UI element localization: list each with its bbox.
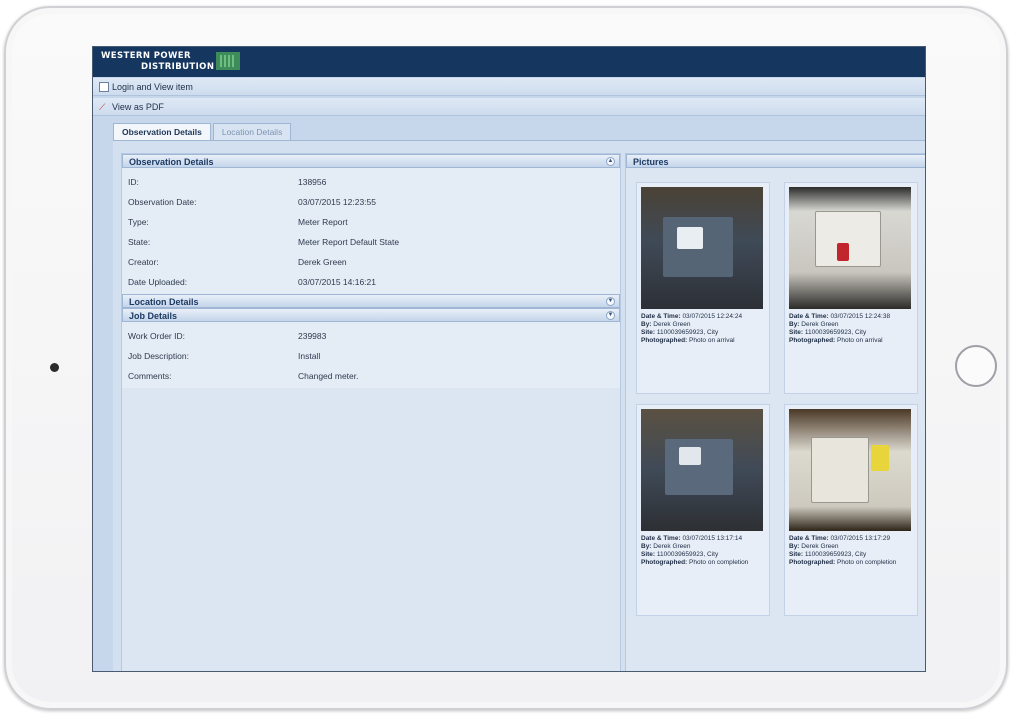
detail-row: Date Uploaded: 03/07/2015 14:16:21: [128, 277, 376, 287]
app-header: WESTERN POWER DISTRIBUTION: [93, 47, 925, 77]
meter-photo[interactable]: [641, 409, 763, 531]
front-camera: [50, 363, 59, 372]
picture-caption: Date & Time: 03/07/2015 12:24:38 By: Der…: [789, 313, 891, 344]
job-details-body: Work Order ID: 239983 Job Description: Ins…: [122, 322, 620, 388]
expand-icon[interactable]: ▼: [606, 297, 615, 306]
home-button[interactable]: [955, 345, 997, 387]
brand-line-2: DISTRIBUTION: [141, 62, 215, 72]
brand-line-1: WESTERN POWER: [101, 51, 191, 61]
picture-card[interactable]: Date & Time: 03/07/2015 12:24:24 By: Der…: [636, 182, 770, 394]
job-details-title: Job Details: [129, 311, 178, 321]
observation-details-title: Observation Details: [129, 157, 214, 167]
tab-location-details[interactable]: Location Details: [212, 123, 292, 140]
detail-row: Creator: Derek Green: [128, 257, 347, 267]
picture-caption: Date & Time: 03/07/2015 12:24:24 By: Der…: [641, 313, 743, 344]
meter-photo[interactable]: [641, 187, 763, 309]
tab-observation-details[interactable]: Observation Details: [113, 123, 211, 140]
view-as-pdf-label: View as PDF: [112, 101, 164, 112]
pdf-icon: ⟋: [99, 101, 106, 112]
detail-row: Work Order ID: 239983: [128, 331, 327, 341]
detail-row: Comments: Changed meter.: [128, 371, 359, 381]
job-details-header[interactable]: Job Details ▼: [122, 308, 620, 322]
toolbar-pdf-row: ⟋ View as PDF: [93, 98, 925, 116]
pictures-column: Pictures Date & Time: 03/07/2015 12:24:2…: [625, 153, 925, 671]
collapse-icon[interactable]: ▲: [606, 157, 615, 166]
detail-row: ID: 138956: [128, 177, 327, 187]
pictures-header: Pictures: [626, 154, 925, 168]
view-as-pdf-link[interactable]: ⟋ View as PDF: [93, 102, 164, 112]
login-view-item-link[interactable]: Login and View item: [93, 81, 193, 92]
picture-caption: Date & Time: 03/07/2015 13:17:14 By: Der…: [641, 535, 749, 566]
picture-card[interactable]: Date & Time: 03/07/2015 12:24:38 By: Der…: [784, 182, 918, 394]
expand-icon[interactable]: ▼: [606, 311, 615, 320]
detail-row: State: Meter Report Default State: [128, 237, 400, 247]
pictures-grid: Date & Time: 03/07/2015 12:24:24 By: Der…: [626, 168, 925, 671]
picture-card[interactable]: Date & Time: 03/07/2015 13:17:14 By: Der…: [636, 404, 770, 616]
tab-content: Observation Details ▲ ID: 138956 Observat…: [113, 140, 925, 671]
details-column: Observation Details ▲ ID: 138956 Observat…: [121, 153, 621, 671]
location-details-header[interactable]: Location Details ▼: [122, 294, 620, 308]
toolbar-login-row: Login and View item: [93, 78, 925, 96]
app-screen: WESTERN POWER DISTRIBUTION Login and Vie…: [92, 46, 926, 672]
picture-caption: Date & Time: 03/07/2015 13:17:29 By: Der…: [789, 535, 897, 566]
observation-details-body: ID: 138956 Observation Date: 03/07/2015 12…: [122, 168, 620, 294]
picture-card[interactable]: Date & Time: 03/07/2015 13:17:29 By: Der…: [784, 404, 918, 616]
detail-row: Observation Date: 03/07/2015 12:23:55: [128, 197, 376, 207]
brand-mark-icon: [216, 52, 241, 70]
login-view-item-label: Login and View item: [112, 81, 193, 92]
observation-details-header[interactable]: Observation Details ▲: [122, 154, 620, 168]
detail-row: Type: Meter Report: [128, 217, 348, 227]
detail-row: Job Description: Install: [128, 351, 321, 361]
pictures-title: Pictures: [633, 157, 669, 167]
meter-photo[interactable]: [789, 409, 911, 531]
brand-logo: WESTERN POWER DISTRIBUTION: [101, 51, 241, 75]
location-details-title: Location Details: [129, 297, 199, 307]
tab-strip: Observation Details Location Details: [113, 123, 293, 140]
document-icon: [99, 81, 109, 92]
meter-photo[interactable]: [789, 187, 911, 309]
